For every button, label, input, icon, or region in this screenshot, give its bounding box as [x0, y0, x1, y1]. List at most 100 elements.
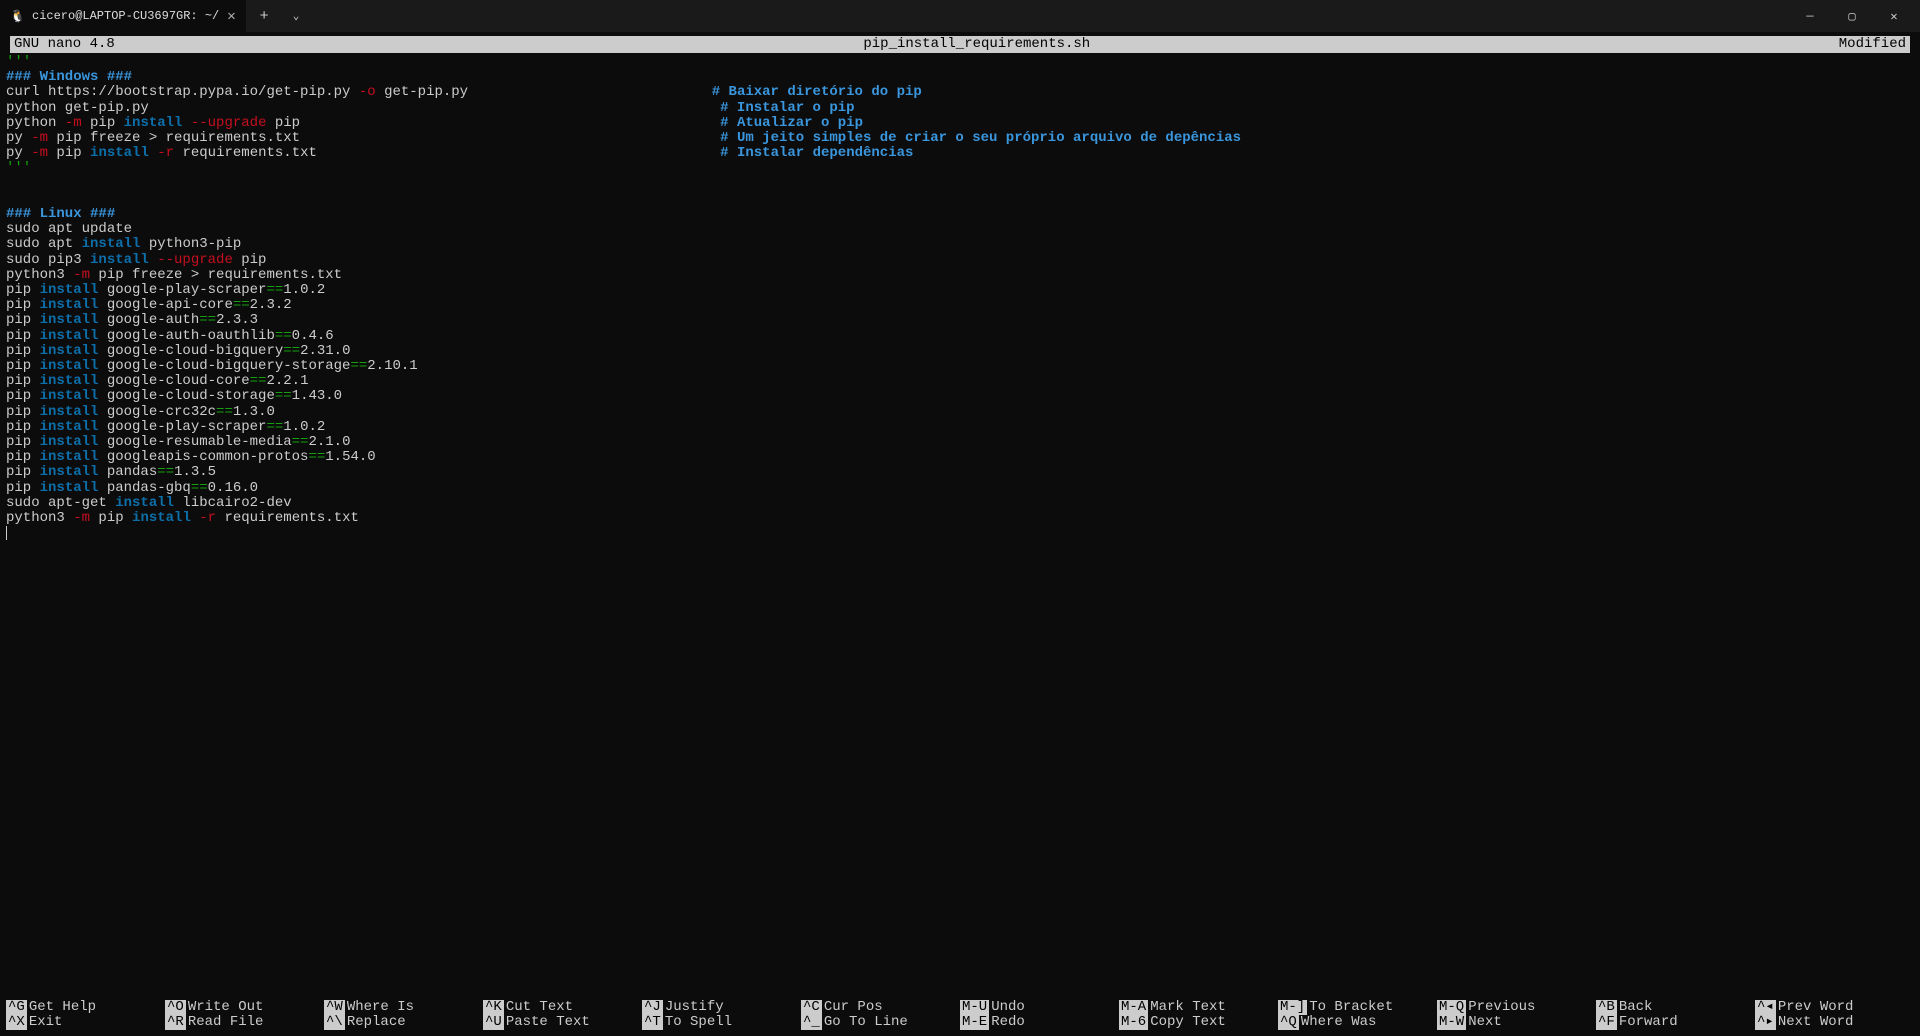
- shortcut-key: ^C: [801, 1000, 822, 1015]
- flag: -r: [191, 510, 216, 526]
- flag: -r: [149, 145, 174, 161]
- shortcut-item: ^U Paste Text: [483, 1015, 642, 1030]
- tab-close-icon[interactable]: ✕: [227, 8, 235, 25]
- text-cursor: [6, 526, 7, 540]
- new-tab-button[interactable]: +: [254, 6, 275, 27]
- comment: # Um jeito simples de criar o seu própri…: [720, 130, 1241, 146]
- close-button[interactable]: ✕: [1874, 2, 1914, 30]
- pad: [317, 145, 720, 161]
- code-text: pip: [90, 510, 132, 526]
- shortcut-item: ^O Write Out: [165, 1000, 324, 1015]
- shortcut-label: Cut Text: [506, 1000, 573, 1015]
- triple-quote: ''': [6, 160, 31, 176]
- pad: [149, 100, 720, 116]
- shortcut-label: Forward: [1619, 1015, 1678, 1030]
- install-kw: install: [90, 145, 149, 161]
- shortcut-item: ^B Back: [1596, 1000, 1755, 1015]
- code-text: sudo apt: [6, 236, 82, 252]
- editor-area[interactable]: ''' ### Windows ### curl https://bootstr…: [0, 53, 1920, 1000]
- linux-icon: 🐧: [10, 9, 24, 23]
- flag: -m: [31, 130, 48, 146]
- shortcut-label: Next Word: [1778, 1015, 1854, 1030]
- flag: -o: [359, 84, 376, 100]
- shortcut-key: ^K: [483, 1000, 504, 1015]
- code-text: pip freeze > requirements.txt: [90, 267, 342, 283]
- shortcut-item: M-Q Previous: [1437, 1000, 1596, 1015]
- shortcut-label: Cur Pos: [824, 1000, 883, 1015]
- code-text: requirements.txt: [174, 145, 317, 161]
- shortcut-label: Back: [1619, 1000, 1653, 1015]
- tab-title: cicero@LAPTOP-CU3697GR: ~/: [32, 9, 219, 23]
- code-text: py: [6, 145, 31, 161]
- shortcut-label: Get Help: [29, 1000, 96, 1015]
- code-text: pip: [48, 145, 90, 161]
- shortcut-key: ^G: [6, 1000, 27, 1015]
- code-text: pip: [233, 252, 267, 268]
- shortcut-label: Replace: [347, 1015, 406, 1030]
- nano-shortcuts-bar: ^G Get Help^O Write Out^W Where Is^K Cut…: [0, 1000, 1920, 1036]
- shortcut-key: ^O: [165, 1000, 186, 1015]
- code-text: curl https://bootstrap.pypa.io/get-pip.p…: [6, 84, 359, 100]
- code-text: requirements.txt: [216, 510, 359, 526]
- code-text: pip: [266, 115, 300, 131]
- pad: [300, 115, 720, 131]
- comment: # Instalar o pip: [720, 100, 854, 116]
- shortcut-item: ^_ Go To Line: [801, 1015, 960, 1030]
- package-install-lines: pip install google-play-scraper==1.0.2 p…: [6, 282, 418, 496]
- shortcut-label: Prev Word: [1778, 1000, 1854, 1015]
- flag: -m: [31, 145, 48, 161]
- code-text: libcairo2-dev: [174, 495, 292, 511]
- flag: -m: [73, 510, 90, 526]
- shortcut-item: M-A Mark Text: [1119, 1000, 1278, 1015]
- section-windows: ### Windows ###: [6, 69, 132, 85]
- pad: [300, 130, 720, 146]
- shortcut-item: ^X Exit: [6, 1015, 165, 1030]
- shortcut-item: ^W Where Is: [324, 1000, 483, 1015]
- shortcut-label: Next: [1468, 1015, 1502, 1030]
- shortcut-key: M-]: [1278, 1000, 1307, 1015]
- code-text: get-pip.py: [376, 84, 468, 100]
- install-kw: install: [132, 510, 191, 526]
- shortcut-label: Write Out: [188, 1000, 264, 1015]
- code-text: sudo apt-get: [6, 495, 115, 511]
- shortcut-label: Read File: [188, 1015, 264, 1030]
- shortcut-key: ^\: [324, 1015, 345, 1030]
- shortcut-key: M-W: [1437, 1015, 1466, 1030]
- shortcut-key: ^J: [642, 1000, 663, 1015]
- shortcut-item: M-U Undo: [960, 1000, 1119, 1015]
- flag: --upgrade: [149, 252, 233, 268]
- shortcut-key: ^X: [6, 1015, 27, 1030]
- shortcut-key: M-6: [1119, 1015, 1148, 1030]
- shortcut-key: ^◂: [1755, 1000, 1776, 1015]
- comment: # Baixar diretório do pip: [712, 84, 922, 100]
- nano-filename: pip_install_requirements.sh: [115, 36, 1839, 53]
- shortcut-label: Copy Text: [1150, 1015, 1226, 1030]
- triple-quote: ''': [6, 54, 31, 70]
- terminal-tab[interactable]: 🐧 cicero@LAPTOP-CU3697GR: ~/ ✕: [0, 0, 246, 32]
- nano-app-name: GNU nano 4.8: [10, 36, 115, 53]
- shortcut-item: ^T To Spell: [642, 1015, 801, 1030]
- shortcut-label: To Spell: [665, 1015, 732, 1030]
- code-text: python3: [6, 510, 73, 526]
- comment: # Atualizar o pip: [720, 115, 863, 131]
- install-kw: install: [82, 236, 141, 252]
- shortcut-item: ^Q Where Was: [1278, 1015, 1437, 1030]
- section-linux: ### Linux ###: [6, 206, 115, 222]
- shortcut-item: ^◂ Prev Word: [1755, 1000, 1914, 1015]
- maximize-button[interactable]: ▢: [1832, 2, 1872, 30]
- flag: --upgrade: [182, 115, 266, 131]
- shortcut-label: Exit: [29, 1015, 63, 1030]
- shortcut-label: Paste Text: [506, 1015, 590, 1030]
- nano-header-bar: GNU nano 4.8 pip_install_requirements.sh…: [10, 36, 1910, 53]
- shortcut-item: ^J Justify: [642, 1000, 801, 1015]
- tab-strip: 🐧 cicero@LAPTOP-CU3697GR: ~/ ✕ + ⌄: [0, 0, 313, 32]
- shortcut-label: Mark Text: [1150, 1000, 1226, 1015]
- tab-dropdown-icon[interactable]: ⌄: [287, 7, 306, 25]
- code-text: python: [6, 115, 65, 131]
- minimize-button[interactable]: —: [1790, 2, 1830, 30]
- shortcut-item: ^▸ Next Word: [1755, 1015, 1914, 1030]
- shortcut-label: Where Is: [347, 1000, 414, 1015]
- shortcut-label: Justify: [665, 1000, 724, 1015]
- comment: # Instalar dependências: [720, 145, 913, 161]
- shortcut-key: ^Q: [1278, 1015, 1299, 1030]
